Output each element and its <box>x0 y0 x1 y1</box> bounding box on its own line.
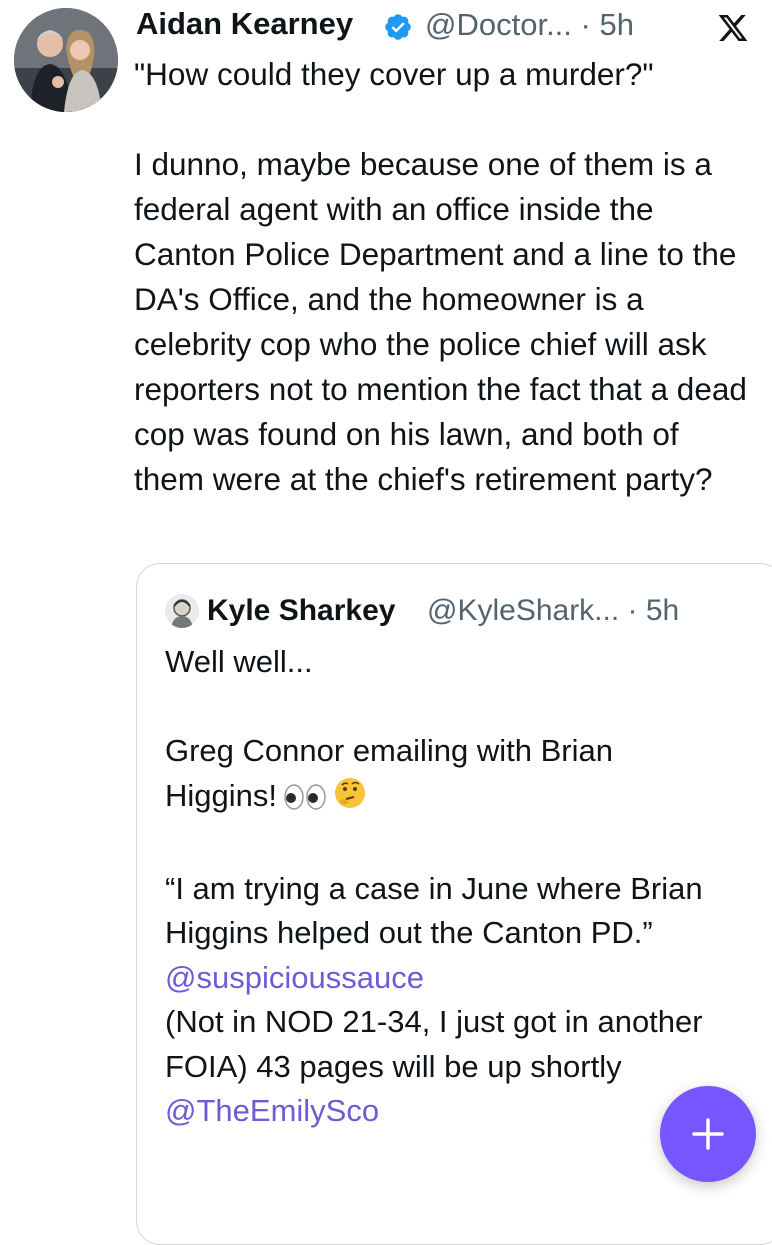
mention-link[interactable]: @TheEmilySco <box>165 1089 725 1134</box>
author-avatar[interactable] <box>14 8 118 112</box>
quoted-line: “I am trying a case in June where Brian … <box>165 870 703 951</box>
quoted-author-name[interactable]: Kyle Sharkey <box>207 594 395 628</box>
quoted-tweet-text: Well well... Greg Connor emailing with B… <box>165 640 725 1134</box>
thinking-face-emoji <box>333 776 367 823</box>
quoted-line: (Not in NOD 21-34, I just got in another… <box>165 1004 703 1084</box>
avatar-photo <box>14 8 118 112</box>
eyes-emoji <box>283 778 327 823</box>
mention-link[interactable]: @suspicioussauce <box>165 956 725 1001</box>
quoted-tweet-header: Kyle Sharkey @KyleShark... · 5h <box>207 592 772 632</box>
author-name[interactable]: Aidan Kearney <box>136 6 353 42</box>
author-handle-time[interactable]: @Doctor... · 5h <box>425 7 634 43</box>
quoted-line: Well well... <box>165 644 313 679</box>
x-logo-icon[interactable] <box>716 12 750 44</box>
quoted-avatar-photo <box>165 594 199 628</box>
quoted-author-avatar[interactable] <box>165 594 199 628</box>
quoted-author-handle-time[interactable]: @KyleShark... · 5h <box>427 594 679 628</box>
verified-badge-icon <box>385 14 411 40</box>
compose-fab[interactable] <box>660 1086 756 1182</box>
tweet-text: "How could they cover up a murder?" I du… <box>134 56 747 497</box>
quoted-line-text: Greg Connor emailing with Brian Higgins! <box>165 733 613 813</box>
plus-icon <box>692 1118 724 1150</box>
quoted-line: Greg Connor emailing with Brian Higgins! <box>165 729 725 822</box>
tweet-header: Aidan Kearney @Doctor... · 5h <box>136 6 772 50</box>
